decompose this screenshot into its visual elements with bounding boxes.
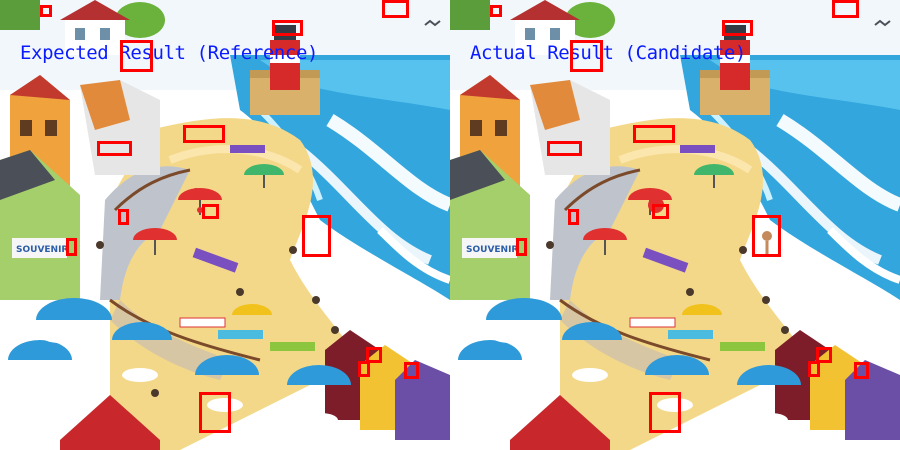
candidate-caption: Actual Result (Candidate) bbox=[470, 42, 746, 64]
candidate-beach-scene: SOUVENIR bbox=[450, 0, 900, 450]
reference-panel: SOUVENIR Expected Result (Reference) bbox=[0, 0, 450, 450]
reference-beach-scene: SOUVENIR bbox=[0, 0, 450, 450]
souvenir-sign-text: SOUVENIR bbox=[16, 245, 68, 255]
reference-caption: Expected Result (Reference) bbox=[20, 42, 319, 64]
comparison-view: SOUVENIR Expected Result (Reference) SOU… bbox=[0, 0, 900, 450]
candidate-panel: SOUVENIR Actual Result (Candidate) bbox=[450, 0, 900, 450]
souvenir-sign-text: SOUVENIR bbox=[466, 245, 518, 255]
